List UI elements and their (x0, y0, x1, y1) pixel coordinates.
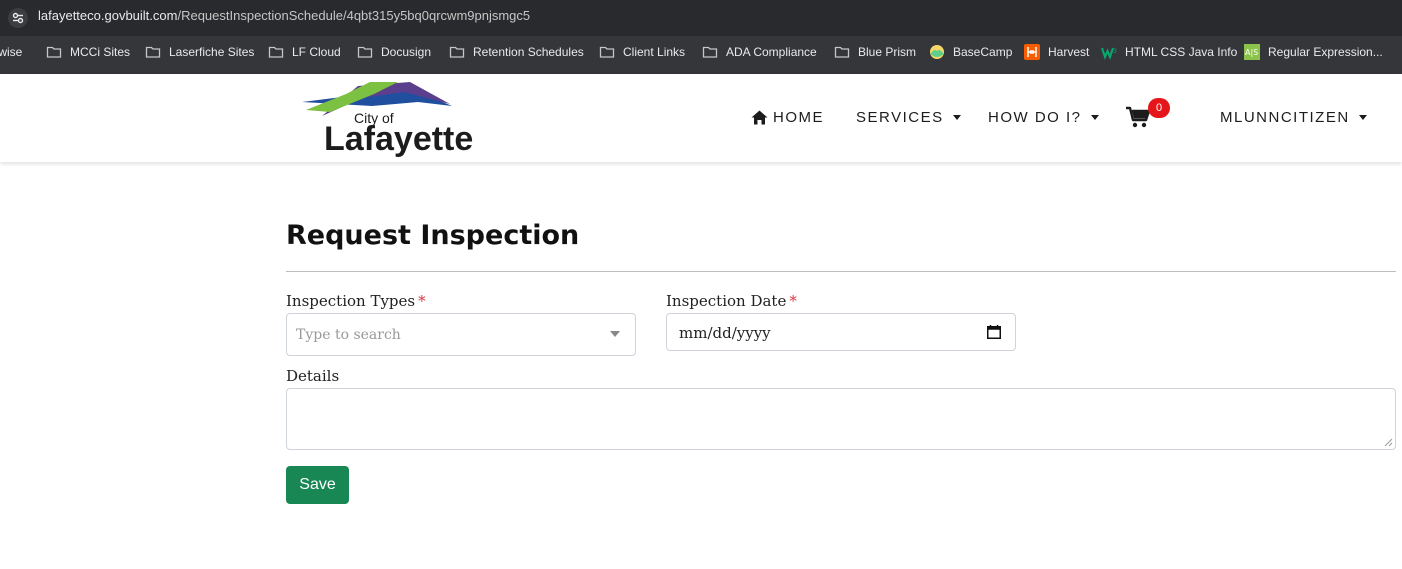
w3-icon: 3 (1101, 47, 1117, 60)
inspection-types-placeholder: Type to search (296, 327, 401, 343)
details-label: Details (286, 367, 340, 385)
bookmark-label: ADA Compliance (726, 45, 817, 59)
bookmark-label: twise (0, 45, 23, 59)
chevron-down-icon (1358, 114, 1367, 120)
bookmark-label: Harvest (1048, 45, 1090, 59)
bookmark-label: LF Cloud (292, 45, 341, 59)
bookmark-folder-blue-prism[interactable]: Blue Prism (834, 36, 916, 68)
bookmark-folder-retention-schedules[interactable]: Retention Schedules (449, 36, 584, 68)
inspection-date-label-text: Inspection Date (666, 292, 787, 310)
dropdown-arrow-icon[interactable] (610, 331, 620, 337)
calendar-icon[interactable] (987, 325, 1001, 339)
bookmark-folder-lf-cloud[interactable]: LF Cloud (268, 36, 341, 68)
inspection-types-label: Inspection Types * (286, 292, 426, 310)
bookmark-folder-mcci-sites[interactable]: MCCi Sites (46, 36, 130, 68)
details-textarea[interactable] (286, 388, 1396, 450)
bookmark-label: Regular Expression... (1268, 45, 1383, 59)
site-header: City of Lafayette HOME SERVICES HOW DO I… (0, 74, 1402, 162)
bookmarks-bar: twise MCCi Sites Laserfiche Sites LF Clo… (0, 36, 1402, 74)
folder-icon (834, 46, 850, 58)
bookmark-label: Laserfiche Sites (169, 45, 255, 59)
bookmark-basecamp[interactable]: BaseCamp (929, 36, 1012, 68)
home-icon (751, 110, 768, 124)
inspection-date-value: mm/dd/yyyy (679, 324, 771, 342)
bookmark-label: Blue Prism (858, 45, 917, 59)
harvest-icon (1024, 44, 1040, 60)
folder-icon (449, 46, 465, 58)
nav-services-label: SERVICES (856, 108, 944, 126)
bookmark-label: MCCi Sites (70, 45, 131, 59)
site-settings-icon[interactable] (8, 8, 28, 28)
inspection-types-label-text: Inspection Types (286, 292, 416, 310)
url-field[interactable]: lafayetteco.govbuilt.com/RequestInspecti… (38, 8, 530, 23)
folder-icon (46, 46, 62, 58)
folder-icon (145, 46, 161, 58)
bookmark-label: Client Links (623, 45, 686, 59)
url-host: lafayetteco.govbuilt.com (38, 8, 178, 23)
logo-name: Lafayette (324, 120, 474, 158)
bookmark-label: HTML CSS Java Info (1125, 45, 1238, 59)
nav-user-menu[interactable]: MLUNNCITIZEN (1220, 106, 1367, 128)
folder-icon (702, 46, 718, 58)
bookmark-twise[interactable]: twise (0, 36, 22, 68)
title-divider (286, 271, 1396, 272)
page-title: Request Inspection (286, 220, 580, 251)
browser-address-bar: lafayetteco.govbuilt.com/RequestInspecti… (0, 0, 1402, 36)
cart-icon[interactable] (1126, 106, 1150, 128)
bookmark-label: Docusign (381, 45, 432, 59)
folder-icon (357, 46, 373, 58)
nav-services[interactable]: SERVICES (856, 106, 961, 128)
bookmark-folder-docusign[interactable]: Docusign (357, 36, 431, 68)
folder-icon (268, 46, 284, 58)
bookmark-folder-ada-compliance[interactable]: ADA Compliance (702, 36, 817, 68)
bookmark-harvest[interactable]: Harvest (1024, 36, 1089, 68)
bookmark-label: Retention Schedules (473, 45, 584, 59)
nav-home-label: HOME (773, 108, 824, 126)
folder-icon (599, 46, 615, 58)
required-marker: * (789, 292, 797, 310)
svg-text:3: 3 (1113, 48, 1117, 55)
svg-text:A|S: A|S (1245, 48, 1258, 57)
required-marker: * (418, 292, 426, 310)
bookmark-label: BaseCamp (953, 45, 1013, 59)
inspection-date-input[interactable]: mm/dd/yyyy (666, 313, 1016, 351)
chevron-down-icon (1090, 114, 1099, 120)
chevron-down-icon (952, 114, 961, 120)
bookmark-folder-laserfiche-sites[interactable]: Laserfiche Sites (145, 36, 254, 68)
nav-user-label: MLUNNCITIZEN (1220, 108, 1350, 126)
url-path: /RequestInspectionSchedule/4qbt315y5bq0q… (177, 8, 531, 23)
basecamp-icon (930, 45, 944, 59)
regex-icon: A|S (1244, 44, 1260, 60)
city-logo[interactable]: City of Lafayette (300, 80, 474, 158)
cart-count-badge: 0 (1148, 98, 1170, 118)
resize-grip-icon[interactable] (1384, 438, 1393, 447)
bookmark-regular-expression[interactable]: A|S Regular Expression... (1244, 36, 1383, 68)
nav-how-do-i[interactable]: HOW DO I? (988, 106, 1099, 128)
inspection-types-select[interactable]: Type to search (286, 313, 636, 356)
bookmark-html-css-java-info[interactable]: 3 HTML CSS Java Info (1101, 36, 1237, 68)
nav-home[interactable]: HOME (751, 106, 824, 128)
inspection-date-label: Inspection Date * (666, 292, 797, 310)
save-button[interactable]: Save (286, 466, 349, 504)
bookmark-folder-client-links[interactable]: Client Links (599, 36, 685, 68)
nav-how-do-i-label: HOW DO I? (988, 108, 1082, 126)
